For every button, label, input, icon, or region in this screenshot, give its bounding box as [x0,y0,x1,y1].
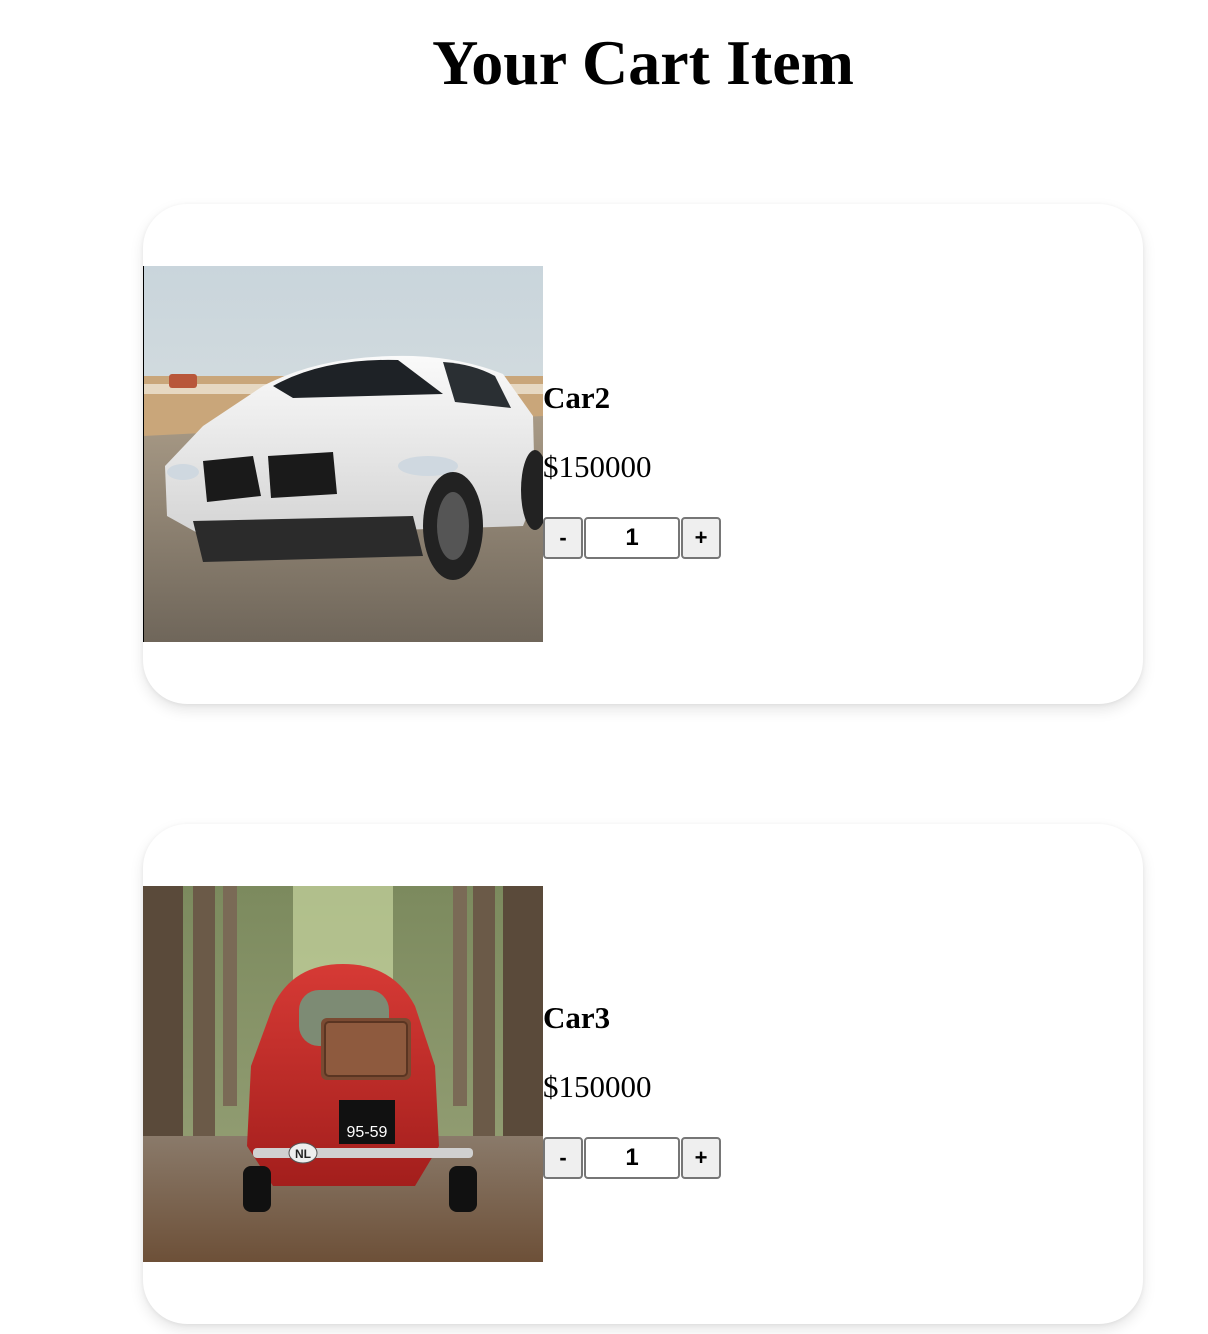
license-plate: 95-59 [347,1124,388,1141]
item-details: Car2 $150000 - + [543,380,721,559]
cart-item-card: Car2 $150000 - + [143,204,1143,704]
increase-quantity-button[interactable]: + [681,1137,721,1179]
item-name: Car2 [543,380,611,415]
country-badge: NL [295,1147,311,1161]
cart-page: Your Cart Item Car2 $150000 - 1 + 95-59 … [0,0,1208,1334]
cart-item-card: 95-59 NL Car3 $150000 - + [143,824,1143,1324]
page-title: Your Cart Item [432,27,854,98]
decrease-quantity-button[interactable]: - [543,1137,583,1179]
quantity-input[interactable] [584,1137,680,1179]
item-price: $150000 [543,449,652,484]
car-image [143,266,543,642]
increase-quantity-button[interactable]: + [681,517,721,559]
decrease-quantity-button[interactable]: - [543,517,583,559]
item-price: $150000 [543,1069,652,1104]
quantity-stepper: - + [543,1137,721,1179]
item-details: Car3 $150000 - + [543,1000,721,1179]
car-image: 95-59 NL [143,886,543,1262]
quantity-input[interactable] [584,517,680,559]
quantity-stepper: - + [543,517,721,559]
item-name: Car3 [543,1000,611,1035]
